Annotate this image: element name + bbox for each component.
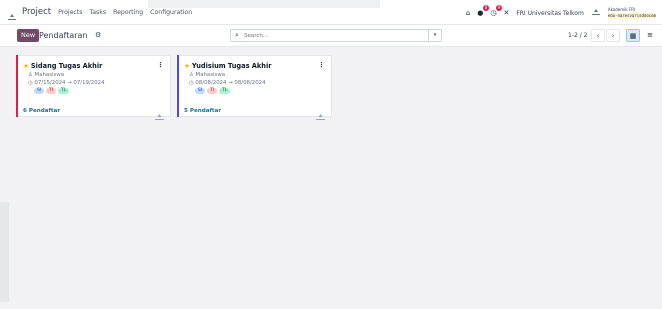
kanban-card[interactable]: ★ Sidang Tugas Akhir ⋮ ♙ Mahasiswa ◷ 07/1… xyxy=(16,55,171,120)
card-title: ★ Sidang Tugas Akhir xyxy=(23,62,102,70)
activity-clock-icon[interactable]: ◷ 9 xyxy=(490,5,503,17)
card-accent xyxy=(16,55,18,117)
kanban-view-button[interactable]: ▦ xyxy=(626,29,640,42)
pager-prev-button[interactable]: ‹ xyxy=(591,29,605,42)
pager-value[interactable]: 1-2 / 2 xyxy=(568,32,587,39)
chat-icon[interactable]: ● 8 xyxy=(477,5,490,17)
search-bar[interactable]: ⌕ ▾ xyxy=(230,29,442,42)
card-group-text: Mahasiswa xyxy=(195,72,226,78)
search-icon: ⌕ xyxy=(235,31,239,39)
user-email: edu-naresvarisdoocom xyxy=(607,13,656,19)
activity-badge: 9 xyxy=(495,5,503,11)
card-dates-text: 07/15/2024 → 07/19/2024 xyxy=(34,80,105,86)
chat-badge: 8 xyxy=(482,5,490,11)
tag-ti: TI xyxy=(207,88,218,94)
assignee-icon[interactable] xyxy=(316,105,325,120)
search-input[interactable] xyxy=(244,31,414,40)
menu-configuration[interactable]: Configuration xyxy=(150,9,192,16)
star-icon[interactable]: ★ xyxy=(184,62,190,70)
card-title-text: Sidang Tugas Akhir xyxy=(30,62,103,70)
card-dates: ◷ 08/08/2024 → 08/08/2024 xyxy=(189,80,266,86)
card-tags: SI TI TL xyxy=(34,88,70,94)
pager-next-button[interactable]: › xyxy=(606,29,620,42)
menu-reporting[interactable]: Reporting xyxy=(113,9,143,16)
card-dates-text: 08/08/2024 → 08/08/2024 xyxy=(195,80,266,86)
user-menu[interactable]: Akademik FRI edu-naresvarisdoocom xyxy=(607,7,656,19)
card-group: ♙ Mahasiswa xyxy=(28,72,65,78)
project-app-icon[interactable] xyxy=(7,7,17,20)
home-icon[interactable]: ⌂ xyxy=(466,9,470,17)
tag-tl: TL xyxy=(219,88,231,94)
card-accent xyxy=(177,55,179,117)
menu-projects[interactable]: Projects xyxy=(58,9,82,16)
list-view-button[interactable]: ≡ xyxy=(643,29,657,42)
gear-icon[interactable]: ⚙ xyxy=(95,29,101,42)
kanban-card[interactable]: ★ Yudisium Tugas Akhir ⋮ ♙ Mahasiswa ◷ 08… xyxy=(177,55,332,120)
card-tags: SI TI TL xyxy=(195,88,231,94)
search-options-toggle[interactable]: ▾ xyxy=(428,30,441,41)
star-icon[interactable]: ★ xyxy=(23,62,29,70)
tag-si: SI xyxy=(34,88,45,94)
systray: ⌂ ● 8 ◷ 9 ✕ FRI Universitas Telkom Akademi… xyxy=(466,5,656,21)
card-group: ♙ Mahasiswa xyxy=(189,72,226,78)
overlay-strip xyxy=(148,0,380,8)
kanban-area: ★ Sidang Tugas Akhir ⋮ ♙ Mahasiswa ◷ 07/1… xyxy=(0,47,662,309)
card-dates: ◷ 07/15/2024 → 07/19/2024 xyxy=(28,80,105,86)
new-button[interactable]: New xyxy=(17,29,40,42)
assignee-icon[interactable] xyxy=(155,105,164,120)
card-title: ★ Yudisium Tugas Akhir xyxy=(184,62,272,70)
side-strip xyxy=(0,202,9,302)
card-menu-icon[interactable]: ⋮ xyxy=(318,61,325,69)
card-title-text: Yudisium Tugas Akhir xyxy=(191,62,272,70)
registrant-count[interactable]: 6 Pendaftar xyxy=(23,108,60,114)
tools-icon[interactable]: ✕ xyxy=(503,9,509,17)
tag-ti: TI xyxy=(46,88,57,94)
registrant-count[interactable]: 5 Pendaftar xyxy=(184,108,221,114)
company-logo-icon xyxy=(591,8,601,18)
company-switcher[interactable]: FRI Universitas Telkom xyxy=(516,10,584,17)
card-group-text: Mahasiswa xyxy=(34,72,65,78)
tag-si: SI xyxy=(195,88,206,94)
tag-tl: TL xyxy=(58,88,70,94)
card-menu-icon[interactable]: ⋮ xyxy=(157,61,164,69)
menu-tasks[interactable]: Tasks xyxy=(90,9,107,16)
control-panel: New Pendaftaran ⚙ ⌕ ▾ 1-2 / 2 ‹ › ▦ ≡ xyxy=(0,25,662,47)
app-brand[interactable]: Project xyxy=(22,7,51,17)
breadcrumb: Pendaftaran xyxy=(39,31,88,40)
